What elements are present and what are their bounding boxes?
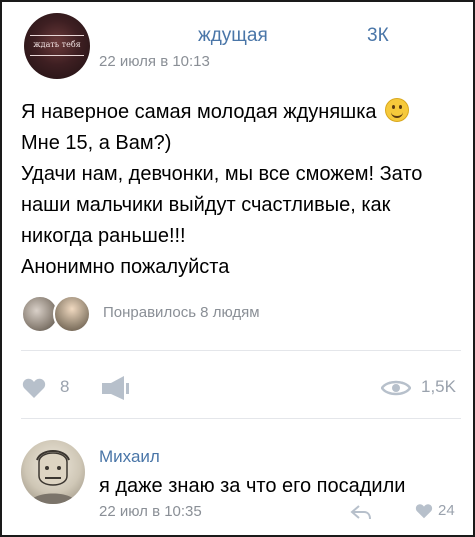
divider	[21, 350, 461, 351]
liker-avatar[interactable]	[53, 295, 91, 333]
post-time[interactable]: 22 июля в 10:13	[99, 53, 210, 70]
smile-emoji-icon	[384, 98, 409, 122]
commenter-avatar[interactable]	[21, 440, 85, 504]
likers-avatars[interactable]	[21, 295, 97, 333]
avatar-text: ждать тебя	[33, 40, 81, 49]
like-count: 8	[60, 377, 70, 396]
post-line: Я наверное самая молодая ждуняшка	[21, 97, 461, 128]
group-name[interactable]: ждущая	[198, 25, 268, 47]
comment-time: 22 июл в 10:35	[99, 503, 202, 520]
commenter-name[interactable]: Михаил	[99, 447, 160, 467]
comment-heart-icon[interactable]	[415, 503, 433, 519]
group-count: 3К	[367, 25, 389, 46]
liked-by-text[interactable]: Понравилось 8 людям	[103, 304, 260, 321]
group-avatar[interactable]: ждать тебя	[24, 13, 90, 79]
share-icon[interactable]	[100, 374, 132, 402]
post-line: Удачи нам, девчонки, мы все сможем! Зато	[21, 163, 423, 185]
views-count: 1,5K	[421, 377, 456, 396]
post-line: Анонимно пожалуйста	[21, 256, 230, 278]
post-line: никогда раньше!!!	[21, 225, 186, 247]
comment-text: я даже знаю за что его посадили	[99, 475, 406, 497]
eye-icon	[381, 380, 411, 396]
reply-icon[interactable]	[350, 504, 372, 520]
heart-icon[interactable]	[22, 377, 46, 399]
post-text: Я наверное самая молодая ждуняшка Мне 15…	[21, 97, 461, 283]
commenter-face	[29, 450, 77, 504]
comment-like-count: 24	[438, 502, 455, 519]
post-line: наши мальчики выйдут счастливые, как	[21, 194, 391, 216]
divider	[21, 418, 461, 419]
post-line: Мне 15, а Вам?)	[21, 132, 172, 154]
